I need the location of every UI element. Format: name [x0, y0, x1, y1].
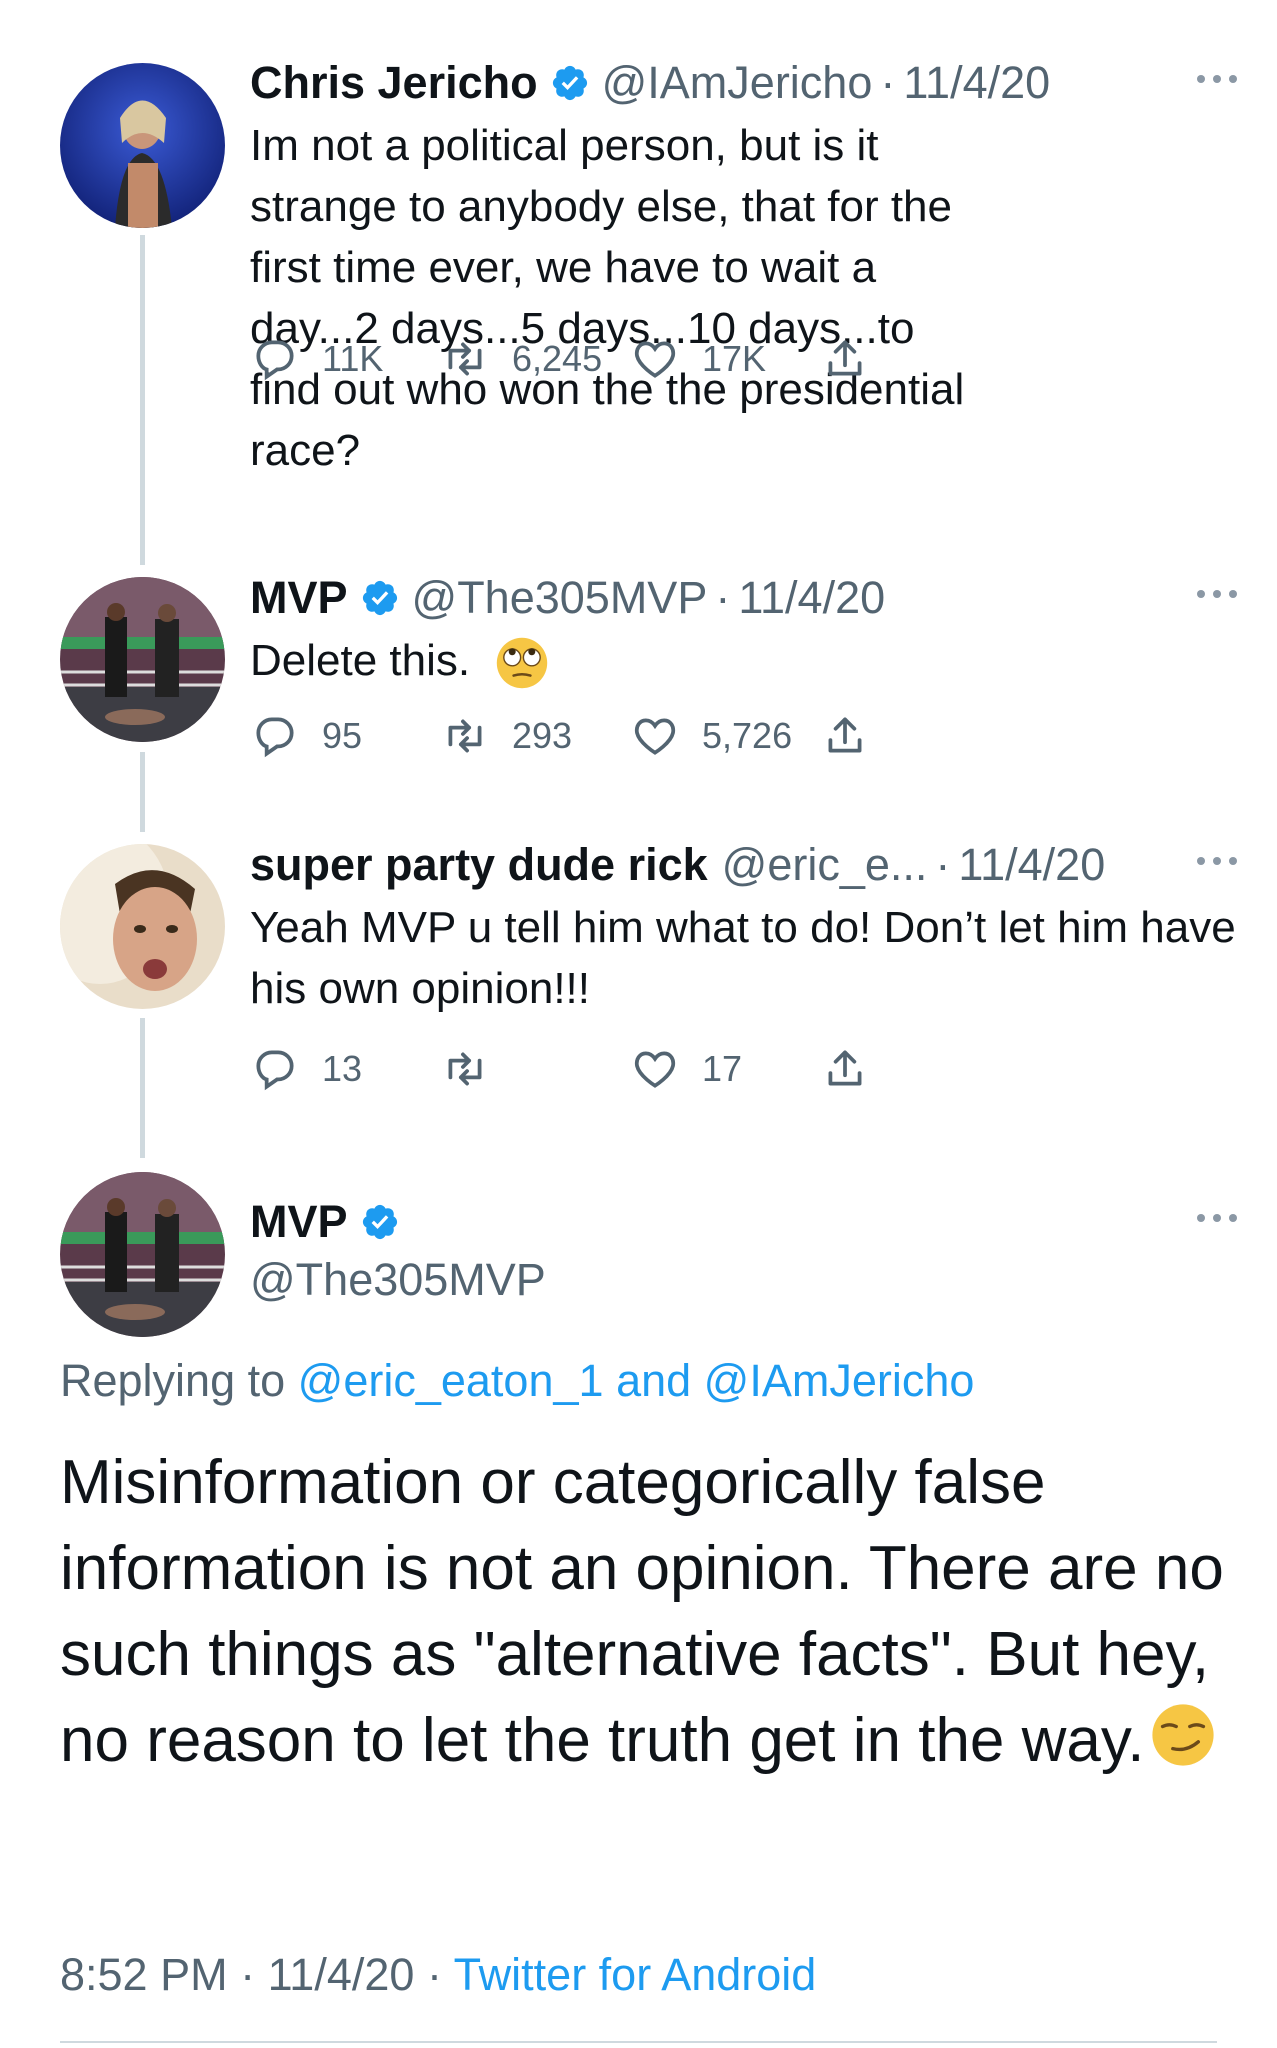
share-button[interactable] [820, 334, 892, 384]
tweet-client-link[interactable]: Twitter for Android [454, 1949, 817, 2000]
heart-icon [634, 341, 676, 378]
separator: · [240, 1949, 256, 2000]
more-options-icon[interactable] [1187, 59, 1247, 99]
tweet-date[interactable]: 11/4/20 [738, 570, 885, 626]
separator: · [935, 839, 951, 890]
more-options-icon[interactable] [1187, 841, 1247, 881]
rolling-eyes-emoji-icon [497, 638, 548, 689]
main-tweet-author[interactable]: MVP @The305MVP [250, 1194, 546, 1310]
like-count: 17K [702, 338, 767, 379]
tweet-actions: 95 293 5,726 [250, 711, 1050, 771]
tweet-thread: Chris Jericho @IAmJericho · 11/4/20 Im n… [0, 0, 1277, 2048]
mention-joiner: and [616, 1355, 692, 1406]
tweet-mvp-reply[interactable]: MVP @The305MVP · 11/4/20 Delete this. 95… [0, 570, 1277, 790]
tweet-text-content: Delete this. [250, 636, 471, 685]
avatar-image [60, 844, 225, 1009]
tweet-date[interactable]: 11/4/20 [268, 1949, 415, 2000]
tweet-actions: 13 17 [250, 1044, 1050, 1104]
avatar[interactable] [60, 63, 225, 228]
verified-badge-icon [552, 65, 587, 101]
tweet-header: super party dude rick @eric_e... · 11/4/… [250, 837, 1247, 893]
verified-badge-icon [362, 580, 397, 616]
more-options-icon[interactable] [1187, 1198, 1247, 1238]
reply-icon [256, 717, 294, 758]
user-handle[interactable]: @eric_e... [722, 837, 928, 893]
heart-icon [634, 1051, 676, 1088]
more-options-icon[interactable] [1187, 574, 1247, 614]
heart-icon [634, 718, 676, 755]
mention-link[interactable]: @IAmJericho [704, 1355, 975, 1406]
tweet-text: Im not a political person, but is it str… [250, 121, 965, 475]
tweet-meta: 8:52 PM · 11/4/20 · Twitter for Android [60, 1949, 816, 2001]
user-handle[interactable]: @The305MVP [250, 1250, 546, 1310]
retweet-button[interactable]: 293 [440, 711, 572, 761]
main-tweet-text-content: Misinformation or categorically false in… [60, 1448, 1224, 1775]
tweet-actions: 11K 6,245 17K [250, 334, 1050, 394]
user-handle[interactable]: @IAmJericho [602, 55, 873, 111]
replying-to: Replying to @eric_eaton_1 and @IAmJerich… [60, 1355, 974, 1407]
retweet-count: 293 [512, 715, 573, 756]
display-name[interactable]: super party dude rick [250, 837, 708, 893]
retweet-icon [448, 719, 482, 753]
replying-prefix: Replying to [60, 1355, 286, 1406]
separator: · [426, 1949, 442, 2000]
reply-button[interactable]: 11K [250, 334, 383, 384]
avatar[interactable] [60, 1172, 225, 1337]
reply-icon [256, 1050, 294, 1091]
reply-button[interactable]: 95 [250, 711, 362, 761]
like-count: 5,726 [702, 715, 793, 756]
share-icon [828, 1050, 862, 1086]
display-name[interactable]: MVP [250, 1194, 348, 1250]
tweet-header: MVP @The305MVP · 11/4/20 [250, 570, 1247, 626]
tweet-jericho[interactable]: Chris Jericho @IAmJericho · 11/4/20 Im n… [0, 55, 1277, 555]
author-name-row: MVP [250, 1194, 546, 1250]
tweet-rick-reply[interactable]: super party dude rick @eric_e... · 11/4/… [0, 837, 1277, 1137]
retweet-icon [448, 1052, 482, 1086]
reply-icon [256, 340, 294, 381]
reply-button[interactable]: 13 [250, 1044, 362, 1094]
reply-count: 95 [322, 715, 363, 756]
share-icon [828, 340, 862, 376]
retweet-button[interactable] [440, 1044, 512, 1094]
avatar-image [60, 63, 225, 228]
retweet-button[interactable]: 6,245 [440, 334, 602, 384]
reply-count: 11K [322, 338, 384, 379]
avatar[interactable] [60, 844, 225, 1009]
avatar-image [60, 1172, 225, 1337]
like-button[interactable]: 17 [630, 1044, 742, 1094]
separator: · [715, 572, 731, 623]
tweet-text: Yeah MVP u tell him what to do! Don’t le… [250, 903, 1236, 1013]
verified-badge-icon [362, 1204, 397, 1240]
display-name[interactable]: Chris Jericho [250, 55, 538, 111]
retweet-icon [448, 342, 482, 376]
tweet-main: MVP @The305MVP Replying to @eric_eaton_1… [0, 1165, 1277, 2048]
share-button[interactable] [820, 711, 892, 761]
retweet-count: 6,245 [512, 338, 603, 379]
reply-count: 13 [322, 1048, 363, 1089]
tweet-date[interactable]: 11/4/20 [903, 55, 1050, 111]
like-button[interactable]: 5,726 [630, 711, 792, 761]
share-button[interactable] [820, 1044, 892, 1094]
tweet-header: Chris Jericho @IAmJericho · 11/4/20 [250, 55, 1247, 111]
separator: · [880, 57, 896, 108]
tweet-time[interactable]: 8:52 PM [60, 1949, 228, 2000]
display-name[interactable]: MVP [250, 570, 348, 626]
main-tweet-text: Misinformation or categorically false in… [60, 1440, 1240, 1784]
like-count: 17 [702, 1048, 743, 1089]
tweet-date[interactable]: 11/4/20 [958, 837, 1105, 893]
mention-link[interactable]: @eric_eaton_1 [298, 1355, 604, 1406]
smirk-emoji-icon [1151, 1704, 1214, 1766]
avatar[interactable] [60, 577, 225, 742]
share-icon [828, 717, 862, 753]
avatar-image [60, 577, 225, 742]
user-handle[interactable]: @The305MVP [412, 570, 708, 626]
divider [60, 2041, 1217, 2043]
tweet-text: Delete this. [250, 630, 1247, 691]
like-button[interactable]: 17K [630, 334, 766, 384]
